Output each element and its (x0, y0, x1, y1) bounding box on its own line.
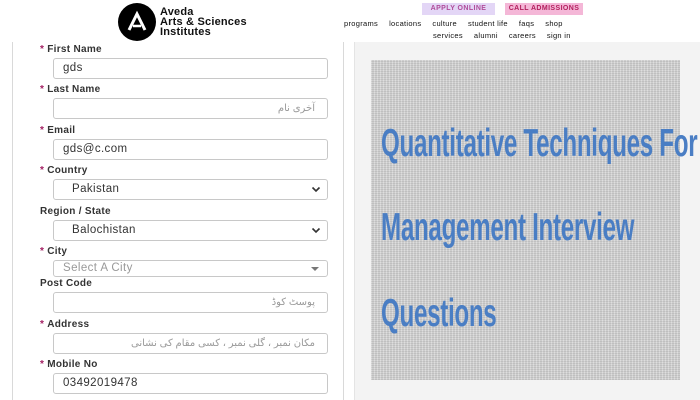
required-star: * (40, 44, 45, 55)
article-image-panel: Quantitative Techniques For Management I… (354, 42, 700, 400)
region-label: Region / State (40, 206, 111, 217)
nav-link-faqs[interactable]: faqs (519, 19, 534, 28)
registration-form: * First Name gds * Last Name آخری نام * Ema… (12, 42, 344, 400)
call-admissions-button[interactable]: CALL ADMISSIONS (505, 3, 583, 15)
required-star: * (40, 165, 45, 176)
nav-link-student-life[interactable]: student life (468, 19, 508, 28)
required-star: * (40, 84, 45, 95)
site-header: Aveda Arts & Sciences Institutes APPLY O… (0, 0, 700, 42)
caret-down-icon (311, 267, 319, 271)
nav-link-shop[interactable]: shop (545, 19, 562, 28)
main-nav-row-2: services alumni careers sign in (433, 31, 571, 40)
city-select[interactable]: Select A City (53, 260, 328, 277)
logo-wordmark: Aveda Arts & Sciences Institutes (160, 7, 247, 38)
thumbnail-title-line-2: Management Interview (381, 206, 635, 249)
main-nav-row-1: programs locations culture student life … (344, 19, 563, 28)
nav-link-alumni[interactable]: alumni (474, 31, 498, 40)
email-label: * Email (40, 125, 76, 136)
site-logo[interactable]: Aveda Arts & Sciences Institutes (118, 3, 247, 41)
first-name-label: * First Name (40, 44, 102, 55)
region-select-value: Balochistan (72, 224, 136, 236)
address-input[interactable]: مکان نمبر ، گلی نمبر ، کسی مقام کی نشانی (53, 333, 328, 354)
article-thumbnail: Quantitative Techniques For Management I… (371, 60, 698, 380)
address-label: * Address (40, 319, 90, 330)
apply-online-button[interactable]: APPLY ONLINE (422, 3, 495, 15)
nav-link-locations[interactable]: locations (389, 19, 421, 28)
city-label: * City (40, 246, 68, 257)
thumbnail-title-line-1: Quantitative Techniques For (381, 122, 698, 165)
nav-link-programs[interactable]: programs (344, 19, 378, 28)
last-name-input[interactable]: آخری نام (53, 98, 328, 119)
required-star: * (40, 319, 45, 330)
logo-mark-icon (118, 3, 156, 41)
country-select-value: Pakistan (72, 183, 120, 195)
nav-link-culture[interactable]: culture (432, 19, 457, 28)
chevron-down-icon (311, 227, 321, 234)
mobile-label: * Mobile No (40, 359, 98, 370)
required-star: * (40, 125, 45, 136)
country-label: * Country (40, 165, 88, 176)
mobile-input[interactable]: 03492019478 (53, 373, 328, 394)
nav-link-sign-in[interactable]: sign in (547, 31, 571, 40)
cta-row: APPLY ONLINE CALL ADMISSIONS (422, 3, 583, 15)
region-select[interactable]: Balochistan (53, 220, 328, 241)
logo-line-3: Institutes (160, 26, 211, 38)
post-code-input[interactable]: پوسٹ کوڈ (53, 292, 328, 313)
required-star: * (40, 246, 45, 257)
thumbnail-title-line-3: Questions (381, 292, 497, 335)
nav-link-careers[interactable]: careers (509, 31, 536, 40)
last-name-label: * Last Name (40, 84, 101, 95)
first-name-input[interactable]: gds (53, 58, 328, 79)
country-select[interactable]: Pakistan (53, 179, 328, 200)
required-star: * (40, 359, 45, 370)
post-code-label: Post Code (40, 278, 93, 289)
chevron-down-icon (311, 186, 321, 193)
city-select-placeholder: Select A City (63, 262, 133, 274)
email-input[interactable]: gds@c.com (53, 139, 328, 160)
nav-link-services[interactable]: services (433, 31, 463, 40)
